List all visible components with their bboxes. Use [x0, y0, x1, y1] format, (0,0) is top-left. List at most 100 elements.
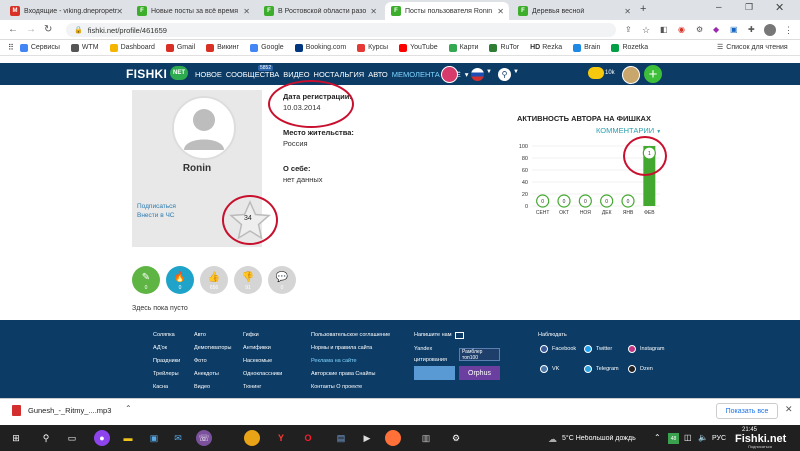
- bookmark-item[interactable]: WTM: [70, 43, 99, 52]
- download-options-icon[interactable]: ⌃: [125, 404, 132, 413]
- bookmark-item[interactable]: YouTube: [399, 43, 438, 52]
- footer-link[interactable]: Авторские права Снайпы: [311, 368, 390, 381]
- media-icon[interactable]: ▶: [359, 430, 375, 446]
- edge-icon[interactable]: ▥: [418, 430, 434, 446]
- footer-link[interactable]: Реклама на сайте: [311, 355, 390, 368]
- back-icon[interactable]: ←: [8, 22, 18, 38]
- chevron-down-icon[interactable]: ▼: [513, 69, 519, 75]
- settings-icon[interactable]: ⚙: [448, 430, 464, 446]
- download-filename[interactable]: Gunesh_-_Ritmy_....mp3: [28, 406, 111, 415]
- footer-link[interactable]: Авто: [194, 329, 231, 342]
- social-link[interactable]: Dzen: [640, 366, 653, 372]
- footer-link[interactable]: Контакты О проекте: [311, 381, 390, 394]
- bookmark-item[interactable]: Курсы: [357, 43, 388, 52]
- alice-icon[interactable]: ●: [94, 430, 110, 446]
- extension-icon[interactable]: ⚙: [696, 22, 703, 38]
- tab-2[interactable]: F В Ростовской области разо ✕: [258, 2, 382, 20]
- footer-link[interactable]: Нормы и правила сайта: [311, 342, 390, 355]
- apps-grid-icon[interactable]: ⠿: [8, 43, 14, 52]
- social-link[interactable]: Telegram: [596, 366, 619, 372]
- footer-link[interactable]: Соляпка: [153, 329, 180, 342]
- search-icon[interactable]: ⚲: [38, 430, 54, 446]
- language-indicator[interactable]: РУС: [712, 435, 726, 442]
- chevron-down-icon[interactable]: ▼: [486, 69, 492, 75]
- bookmark-item[interactable]: Booking.com: [294, 43, 346, 52]
- extension-icon[interactable]: ◉: [678, 22, 685, 38]
- bookmark-item[interactable]: HD Rezka: [530, 44, 562, 52]
- close-tab-icon[interactable]: ✕: [116, 7, 123, 16]
- user-avatar-icon[interactable]: [441, 66, 458, 83]
- telegram-icon[interactable]: [584, 365, 592, 373]
- tab-3[interactable]: F Посты пользователя Ronin ✕: [385, 2, 509, 20]
- social-link[interactable]: Instagram: [640, 346, 664, 352]
- address-bar[interactable]: 🔒 fishki.net/profile/461659: [66, 23, 616, 37]
- nav-item[interactable]: НОСТАЛЬГИЯ: [314, 70, 365, 79]
- extension-icon[interactable]: ◆: [713, 22, 719, 38]
- opera-icon[interactable]: O: [300, 430, 316, 446]
- bookmark-item[interactable]: Карти: [448, 43, 478, 52]
- dzen-icon[interactable]: [628, 365, 636, 373]
- bookmark-item[interactable]: Викинг: [206, 43, 239, 52]
- profile-avatar[interactable]: [764, 24, 776, 36]
- instagram-icon[interactable]: [628, 345, 636, 353]
- site-logo[interactable]: FISHKI: [126, 67, 167, 81]
- bookmark-star-icon[interactable]: ☆: [642, 22, 650, 38]
- photos-icon[interactable]: ▣: [146, 430, 162, 446]
- footer-link[interactable]: Анекдоты: [194, 368, 231, 381]
- forward-icon[interactable]: →: [26, 22, 36, 38]
- footer-link[interactable]: Одноклассники: [243, 368, 282, 381]
- close-tab-icon[interactable]: ✕: [370, 7, 377, 16]
- share-icon[interactable]: ⇪: [625, 22, 632, 38]
- network-icon[interactable]: ◫: [684, 433, 692, 442]
- tab-1[interactable]: F Новые посты за всё время ✕: [131, 2, 255, 20]
- nav-item[interactable]: СООБЩЕСТВА: [226, 70, 279, 79]
- volume-icon[interactable]: 🔈: [698, 433, 708, 442]
- puzzle-icon[interactable]: ✚: [748, 22, 755, 38]
- blacklist-link[interactable]: Внести в ЧС: [137, 212, 175, 219]
- footer-link[interactable]: Видео: [194, 381, 231, 394]
- new-tab-button[interactable]: +: [640, 3, 646, 15]
- footer-link[interactable]: Праздники: [153, 355, 180, 368]
- social-link[interactable]: VK: [552, 366, 559, 372]
- mail-icon[interactable]: ✉: [170, 430, 186, 446]
- footer-link[interactable]: Пользовательское соглашение: [311, 329, 390, 342]
- extension-icon[interactable]: ◧: [660, 22, 668, 38]
- mail-icon[interactable]: [455, 332, 464, 339]
- footer-link[interactable]: Насекомые: [243, 355, 282, 368]
- tab-0[interactable]: M Входящие - viking.dnepropetr ✕: [4, 2, 128, 20]
- footer-link[interactable]: АД'ок: [153, 342, 180, 355]
- nav-item[interactable]: МЕМОЛЕНТА: [392, 70, 440, 79]
- facebook-icon[interactable]: [540, 345, 548, 353]
- bookmark-item[interactable]: Dashboard: [109, 43, 155, 52]
- viber-icon[interactable]: ☏: [196, 430, 212, 446]
- twitter-icon[interactable]: [584, 345, 592, 353]
- add-post-button[interactable]: +: [644, 65, 662, 83]
- counter-badge[interactable]: [414, 366, 455, 380]
- task-view-icon[interactable]: ▭: [64, 430, 80, 446]
- rambler-counter[interactable]: Рамблер топ100: [459, 348, 500, 361]
- store-icon[interactable]: ▤: [333, 430, 349, 446]
- weather-text[interactable]: 5°C Небольшой дождь: [562, 435, 642, 442]
- reload-icon[interactable]: ↻: [44, 22, 52, 38]
- bookmark-item[interactable]: Gmail: [165, 43, 195, 52]
- close-tab-icon[interactable]: ✕: [497, 7, 504, 16]
- social-link[interactable]: Facebook: [552, 346, 576, 352]
- search-icon[interactable]: ⚲: [498, 68, 511, 81]
- menu-icon[interactable]: ⋮: [784, 22, 793, 38]
- close-tab-icon[interactable]: ✕: [624, 7, 631, 16]
- show-all-downloads-button[interactable]: Показать все: [716, 403, 778, 419]
- vk-icon[interactable]: [540, 365, 548, 373]
- firefox-icon[interactable]: [385, 430, 401, 446]
- footer-link[interactable]: Касна: [153, 381, 180, 394]
- reading-list[interactable]: ☰ Список для чтения: [717, 43, 788, 52]
- footer-link[interactable]: Антификки: [243, 342, 282, 355]
- flag-icon[interactable]: [471, 68, 484, 81]
- yandex-browser-icon[interactable]: Y: [273, 430, 289, 446]
- tray-chevron-icon[interactable]: ⌃: [654, 433, 661, 442]
- chrome-icon[interactable]: [244, 430, 260, 446]
- extension-icon[interactable]: ▣: [730, 22, 738, 38]
- chart-metric-dropdown[interactable]: КОММЕНТАРИИ ▼: [596, 126, 661, 135]
- subscribe-link[interactable]: Подписаться: [137, 203, 176, 210]
- close-tab-icon[interactable]: ✕: [243, 7, 250, 16]
- social-link[interactable]: Twitter: [596, 346, 612, 352]
